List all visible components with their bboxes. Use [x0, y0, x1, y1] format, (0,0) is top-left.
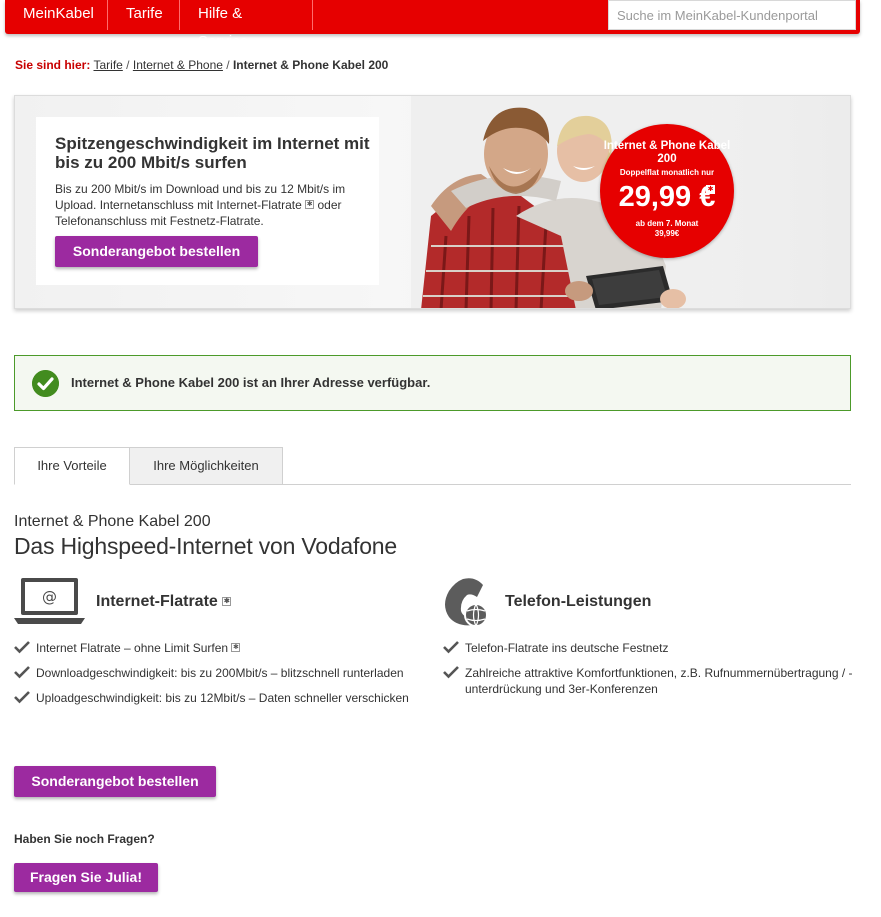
breadcrumb-current: Internet & Phone Kabel 200: [232, 58, 389, 72]
search-input[interactable]: [608, 0, 856, 30]
list-item-text: Uploadgeschwindigkeit: bis zu 12Mbit/s –…: [36, 691, 409, 705]
list-item: Downloadgeschwindigkeit: bis zu 200Mbit/…: [14, 665, 414, 681]
feature-title-internet-text: Internet-Flatrate: [96, 593, 218, 610]
price-badge: Internet & Phone Kabel 200 Doppelflat mo…: [600, 124, 734, 258]
list-item-text: Telefon-Flatrate ins deutsche Festnetz: [465, 641, 669, 655]
hero-description-text: Bis zu 200 Mbit/s im Download und bis zu…: [55, 182, 346, 212]
list-item: Uploadgeschwindigkeit: bis zu 12Mbit/s –…: [14, 690, 414, 706]
internet-feature-list: Internet Flatrate – ohne Limit Surfen ✱ …: [14, 640, 414, 715]
list-item-text: Zahlreiche attraktive Komfortfunktionen,…: [465, 666, 853, 696]
order-button[interactable]: Sonderangebot bestellen: [14, 766, 216, 797]
list-item-text: Internet Flatrate – ohne Limit Surfen: [36, 641, 229, 655]
product-subtitle: Das Highspeed-Internet von Vodafone: [14, 533, 397, 559]
checkmark-icon: [14, 641, 30, 654]
tab-bar: Ihre Vorteile Ihre Möglichkeiten: [14, 447, 851, 485]
hero-description: Bis zu 200 Mbit/s im Download und bis zu…: [55, 181, 370, 229]
feature-title-phone: Telefon-Leistungen: [505, 593, 652, 610]
list-item: Internet Flatrate – ohne Limit Surfen ✱: [14, 640, 414, 656]
checkmark-icon: [14, 691, 30, 704]
top-navigation: MeinKabel Tarife Hilfe & Service: [5, 0, 860, 50]
product-title: Internet & Phone Kabel 200: [14, 513, 211, 530]
footnote-star-icon[interactable]: ✱: [305, 200, 315, 209]
list-item: Zahlreiche attraktive Komfortfunktionen,…: [443, 665, 863, 697]
breadcrumb-separator: /: [126, 58, 130, 72]
breadcrumb: Sie sind hier: Tarife / Internet & Phone…: [15, 58, 388, 72]
svg-text:@: @: [42, 588, 57, 606]
breadcrumb-separator: /: [226, 58, 230, 72]
checkmark-icon: [14, 666, 30, 679]
availability-text: Internet & Phone Kabel 200 ist an Ihrer …: [71, 375, 431, 390]
breadcrumb-link-internet-phone[interactable]: Internet & Phone: [133, 58, 223, 72]
tab-ihre-moeglichkeiten[interactable]: Ihre Möglichkeiten: [130, 447, 283, 485]
badge-product-name: Internet & Phone Kabel 200: [603, 140, 731, 165]
badge-after-text: ab dem 7. Monat 39,99€: [600, 219, 734, 239]
breadcrumb-prefix: Sie sind hier:: [15, 58, 91, 72]
feature-title-internet: Internet-Flatrate ✱: [96, 593, 232, 611]
nav-item-hilfe-service[interactable]: Hilfe & Service: [180, 0, 313, 50]
checkmark-icon: [443, 641, 459, 654]
list-item: Telefon-Flatrate ins deutsche Festnetz: [443, 640, 863, 656]
checkmark-icon: [443, 666, 459, 679]
checkmark-circle-icon: [32, 370, 59, 397]
badge-subline: Doppelflat monatlich nur: [619, 168, 715, 177]
hero-title: Spitzengeschwindigkeit im Internet mit b…: [55, 134, 370, 172]
faq-label: Haben Sie noch Fragen?: [14, 832, 155, 846]
list-item-text: Downloadgeschwindigkeit: bis zu 200Mbit/…: [36, 666, 404, 680]
nav-item-tarife[interactable]: Tarife: [108, 0, 180, 30]
badge-after-line: ab dem 7. Monat: [635, 219, 699, 228]
availability-notice: Internet & Phone Kabel 200 ist an Ihrer …: [14, 355, 851, 411]
ask-julia-button[interactable]: Fragen Sie Julia!: [14, 863, 158, 892]
phone-feature-list: Telefon-Flatrate ins deutsche Festnetz Z…: [443, 640, 863, 706]
phone-globe-icon: [445, 578, 488, 627]
footnote-star-icon[interactable]: ✱: [222, 597, 232, 606]
breadcrumb-link-tarife[interactable]: Tarife: [93, 58, 122, 72]
hero-banner: Spitzengeschwindigkeit im Internet mit b…: [14, 95, 851, 309]
hero-text-panel: Spitzengeschwindigkeit im Internet mit b…: [36, 117, 379, 285]
nav-item-meinkabel[interactable]: MeinKabel: [5, 0, 108, 30]
laptop-at-icon: @: [14, 578, 85, 624]
hero-order-button[interactable]: Sonderangebot bestellen: [55, 236, 258, 267]
tab-ihre-vorteile[interactable]: Ihre Vorteile: [14, 447, 130, 485]
badge-footnote-star-icon[interactable]: ✱: [706, 185, 715, 194]
badge-after-price: 39,99€: [654, 229, 680, 238]
footnote-star-icon[interactable]: ✱: [231, 643, 241, 652]
